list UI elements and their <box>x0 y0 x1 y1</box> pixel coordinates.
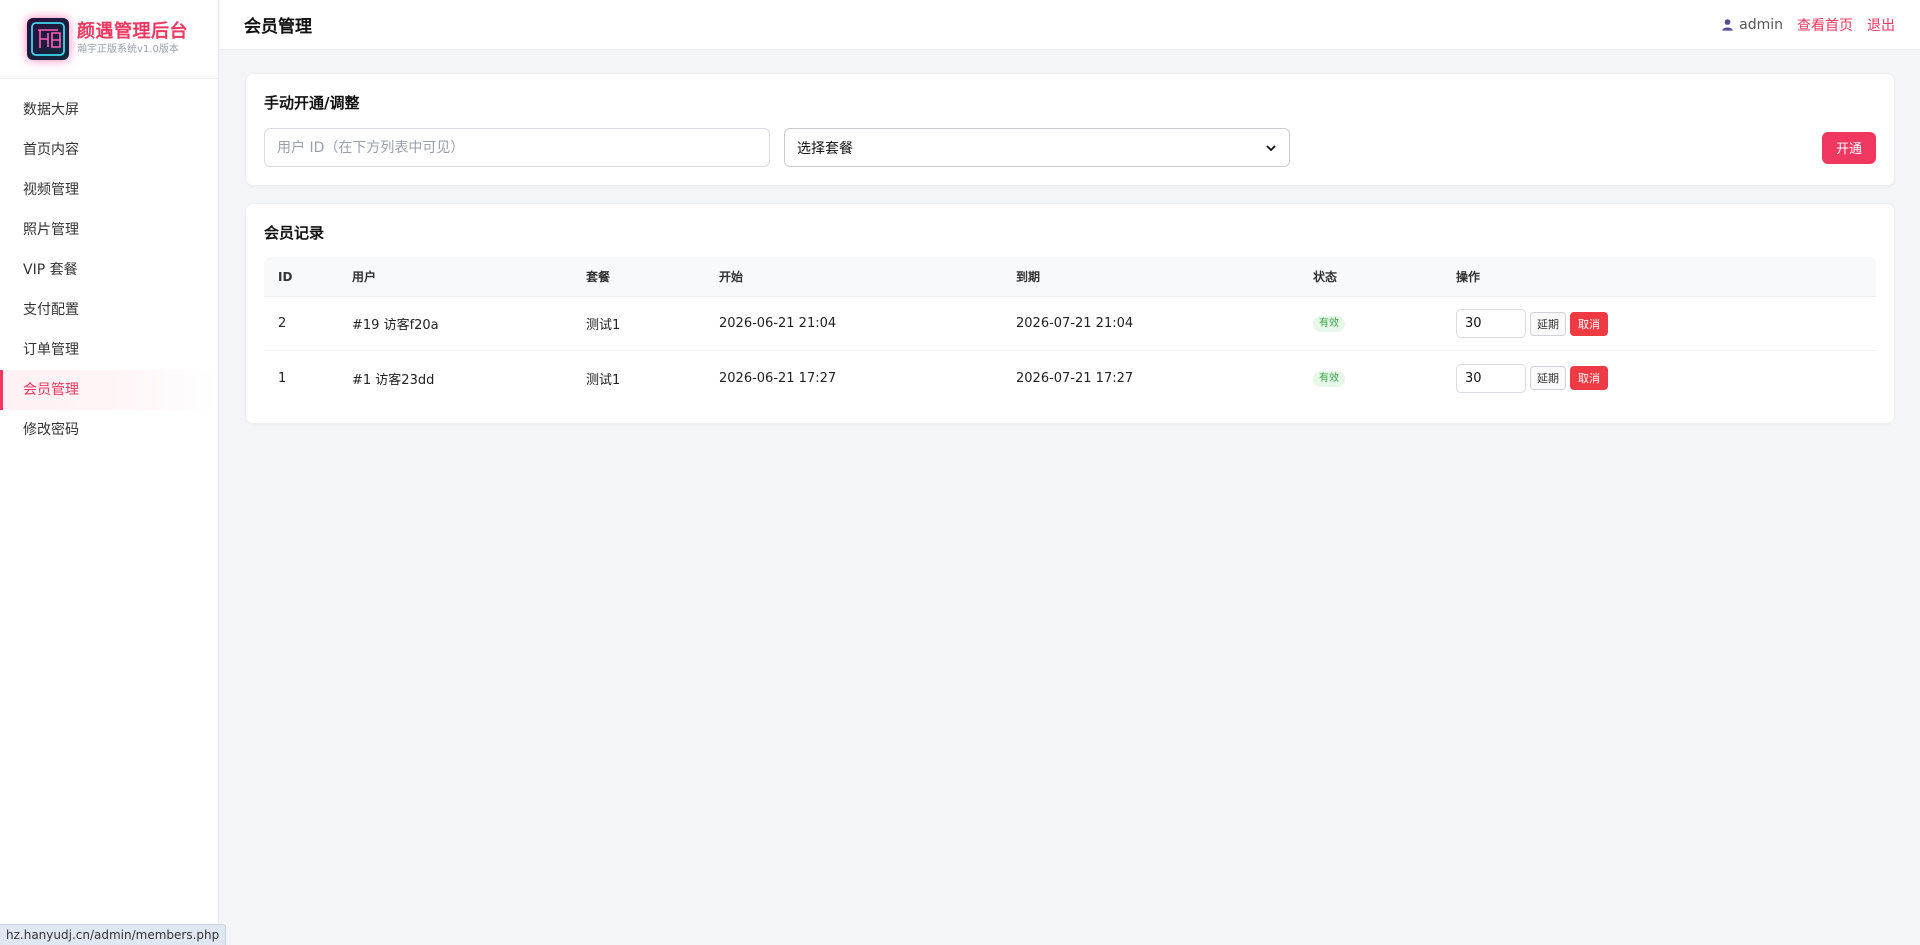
col-ops: 操作 <box>1456 270 1481 284</box>
cell-id: 2 <box>278 316 287 331</box>
table-row: 2 #19 访客f20a 测试1 2026-06-21 21:04 2026-0… <box>264 297 1876 351</box>
member-records-card: 会员记录 ID 用户 套餐 开始 到期 状态 操作 2 #19 访客f20a 测… <box>245 203 1895 424</box>
cell-id: 1 <box>278 370 287 386</box>
cell-end: 2026-07-21 17:27 <box>1016 370 1134 386</box>
extend-button[interactable]: 延期 <box>1530 311 1566 336</box>
user-id-input[interactable] <box>264 128 770 167</box>
sidebar-item-home-content[interactable]: 首页内容 <box>0 130 218 170</box>
cell-end: 2026-07-21 21:04 <box>1016 316 1134 331</box>
col-status: 状态 <box>1313 270 1338 284</box>
member-records-title: 会员记录 <box>264 224 325 242</box>
logo-icon <box>27 18 69 60</box>
manual-open-title: 手动开通/调整 <box>264 94 360 112</box>
status-bar-url: hz.hanyudj.cn/admin/members.php <box>0 924 227 945</box>
view-home-link[interactable]: 查看首页 <box>1797 15 1853 35</box>
sidebar: 颜遇管理后台 瀚宇正版系统v1.0版本 数据大屏 首页内容 视频管理 照片管理 … <box>0 0 219 945</box>
brand: 颜遇管理后台 瀚宇正版系统v1.0版本 <box>0 0 218 79</box>
current-user: admin <box>1721 17 1783 33</box>
cancel-button[interactable]: 取消 <box>1570 311 1608 336</box>
cell-status: 有效 <box>1313 315 1456 332</box>
sidebar-item-vip-plans[interactable]: VIP 套餐 <box>0 250 218 290</box>
extend-days-input[interactable] <box>1456 309 1526 338</box>
cell-start: 2026-06-21 21:04 <box>719 316 837 331</box>
brand-subtitle: 瀚宇正版系统v1.0版本 <box>77 44 179 55</box>
main-content: 手动开通/调整 选择套餐 开通 会员记录 ID 用户 套餐 开始 到期 状态 操 <box>245 73 1895 424</box>
chevron-down-icon <box>1266 144 1276 151</box>
cancel-button[interactable]: 取消 <box>1570 366 1608 390</box>
table-row: 1 #1 访客23dd 测试1 2026-06-21 17:27 2026-07… <box>264 351 1876 405</box>
logout-link[interactable]: 退出 <box>1867 15 1895 35</box>
sidebar-item-photos[interactable]: 照片管理 <box>0 210 218 250</box>
cell-plan: 测试1 <box>586 318 621 333</box>
sidebar-item-change-password[interactable]: 修改密码 <box>0 410 218 450</box>
sidebar-item-dashboard[interactable]: 数据大屏 <box>0 90 218 130</box>
cell-ops: 延期 取消 <box>1456 309 1876 338</box>
sidebar-nav: 数据大屏 首页内容 视频管理 照片管理 VIP 套餐 支付配置 订单管理 会员管… <box>0 90 218 450</box>
table-header: ID 用户 套餐 开始 到期 状态 操作 <box>264 257 1876 297</box>
cell-start: 2026-06-21 17:27 <box>719 370 837 386</box>
cell-ops: 延期 取消 <box>1456 363 1876 393</box>
col-plan: 套餐 <box>586 270 611 284</box>
member-records-table: ID 用户 套餐 开始 到期 状态 操作 2 #19 访客f20a 测试1 20… <box>264 257 1876 405</box>
cell-status: 有效 <box>1313 370 1456 387</box>
cell-user: #1 访客23dd <box>352 372 435 388</box>
user-icon <box>1722 19 1733 31</box>
sidebar-item-payment[interactable]: 支付配置 <box>0 290 218 330</box>
sidebar-item-videos[interactable]: 视频管理 <box>0 170 218 210</box>
status-badge: 有效 <box>1313 370 1345 387</box>
plan-select-value: 选择套餐 <box>797 140 853 157</box>
status-badge: 有效 <box>1313 316 1345 332</box>
topbar-actions: admin 查看首页 退出 <box>1721 15 1895 35</box>
manual-open-card: 手动开通/调整 选择套餐 开通 <box>245 73 1895 186</box>
plan-select[interactable]: 选择套餐 <box>784 128 1290 167</box>
extend-days-input[interactable] <box>1456 363 1526 393</box>
col-end: 到期 <box>1016 270 1041 284</box>
open-membership-button[interactable]: 开通 <box>1821 131 1876 164</box>
col-id: ID <box>278 269 293 284</box>
brand-title: 颜遇管理后台 <box>77 21 188 42</box>
sidebar-item-members[interactable]: 会员管理 <box>0 370 218 410</box>
cell-plan: 测试1 <box>586 372 621 388</box>
manual-open-form: 选择套餐 开通 <box>264 128 1876 167</box>
topbar: 会员管理 admin 查看首页 退出 <box>220 0 1920 50</box>
extend-button[interactable]: 延期 <box>1530 366 1566 390</box>
cell-user: #19 访客f20a <box>352 318 439 333</box>
user-name: admin <box>1739 16 1783 33</box>
col-user: 用户 <box>352 270 377 284</box>
sidebar-item-orders[interactable]: 订单管理 <box>0 330 218 370</box>
page-title: 会员管理 <box>244 17 312 37</box>
col-start: 开始 <box>719 270 744 284</box>
